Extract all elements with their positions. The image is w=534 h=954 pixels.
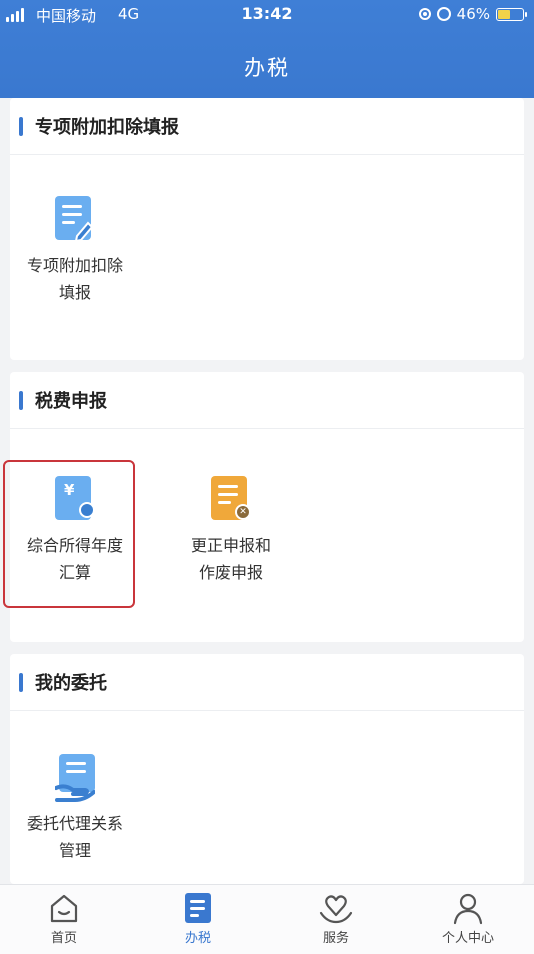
item-label-line1: 专项附加扣除 <box>26 256 123 275</box>
form-edit-icon <box>55 196 95 244</box>
alarm-icon <box>436 7 451 21</box>
section-accent-bar <box>19 116 23 136</box>
section-title: 专项附加扣除填报 <box>35 117 179 138</box>
app-header: 中国移动 4G 13:42 46% 办税 <box>0 0 534 98</box>
service-correct-void-filing[interactable]: ✕ 更正申报和 作废申报 <box>166 476 296 586</box>
tab-home[interactable]: 首页 <box>14 891 114 946</box>
home-icon <box>47 891 81 925</box>
tab-label: 服务 <box>322 931 349 946</box>
section-header: 税费申报 <box>10 372 524 429</box>
bottom-tab-bar: 首页 办税 服务 个人中心 <box>0 884 534 954</box>
tab-label: 办税 <box>184 931 211 946</box>
tab-profile[interactable]: 个人中心 <box>418 891 518 946</box>
section-accent-bar <box>19 672 23 692</box>
section-tax-filing: 税费申报 ¥ 综合所得年度 汇算 ✕ 更正申报和 作废申报 <box>3 372 524 642</box>
person-icon <box>451 891 485 925</box>
tab-tax[interactable]: 办税 <box>148 891 248 946</box>
service-entrust-management[interactable]: 委托代理关系 管理 <box>10 754 140 864</box>
heart-hand-icon <box>319 891 353 925</box>
section-special-deduction: 专项附加扣除填报 专项附加扣除 填报 <box>10 98 524 360</box>
item-label-line2: 汇算 <box>58 563 91 582</box>
void-document-icon: ✕ <box>211 476 251 524</box>
item-label-line1: 委托代理关系 <box>26 814 123 833</box>
battery-percent: 46% <box>456 5 490 23</box>
service-special-deduction[interactable]: 专项附加扣除 填报 <box>10 196 140 306</box>
rotation-lock-icon <box>418 8 431 20</box>
service-annual-settlement[interactable]: ¥ 综合所得年度 汇算 <box>10 476 140 586</box>
item-label-line1: 更正申报和 <box>190 536 271 555</box>
tab-label: 首页 <box>50 931 77 946</box>
item-label-line2: 作废申报 <box>198 563 263 582</box>
section-title: 我的委托 <box>35 673 107 694</box>
item-label-line2: 填报 <box>58 283 91 302</box>
section-title: 税费申报 <box>35 391 107 412</box>
section-header: 我的委托 <box>10 654 524 711</box>
status-bar: 中国移动 4G 13:42 46% <box>0 0 534 30</box>
item-label-line1: 综合所得年度 <box>26 536 123 555</box>
battery-icon <box>496 7 527 21</box>
yuan-document-icon: ¥ <box>55 476 95 524</box>
entrust-hand-icon <box>55 754 95 802</box>
section-my-entrust: 我的委托 委托代理关系 管理 <box>10 654 524 884</box>
section-accent-bar <box>19 390 23 410</box>
tax-document-icon <box>181 891 215 925</box>
item-label-line2: 管理 <box>58 841 91 860</box>
tab-label: 个人中心 <box>441 931 494 946</box>
page-title: 办税 <box>244 56 290 80</box>
section-header: 专项附加扣除填报 <box>10 98 524 155</box>
tab-service[interactable]: 服务 <box>286 891 386 946</box>
